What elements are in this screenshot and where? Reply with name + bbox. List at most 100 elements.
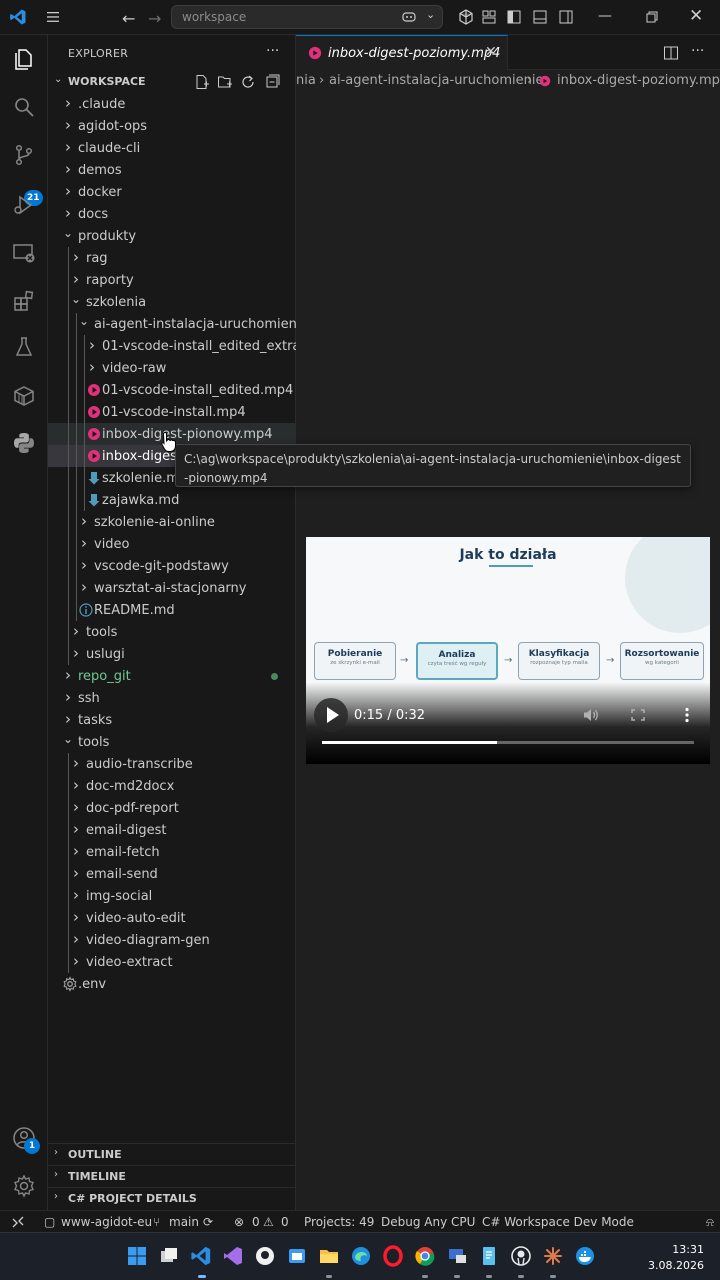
extensions-icon[interactable] xyxy=(12,289,36,313)
minimize-icon[interactable]: — xyxy=(598,8,612,24)
agent-layout-icon[interactable] xyxy=(458,9,474,25)
tree-item[interactable]: › email-send xyxy=(48,863,296,885)
tree-item[interactable]: › warsztat-ai-stacjonarny xyxy=(48,577,296,599)
notifications-bell-icon[interactable]: ⍾ xyxy=(706,1215,714,1230)
breadcrumb-file[interactable]: inbox-digest-poziomy.mp4 xyxy=(557,73,720,88)
testing-flask-icon[interactable] xyxy=(12,335,36,359)
windows-start-icon[interactable] xyxy=(126,1245,148,1267)
workspace-section-header[interactable]: ⌄ WORKSPACE xyxy=(48,71,296,93)
chevron-right-icon[interactable]: › xyxy=(60,181,76,203)
tree-item[interactable]: 01-vscode-install.mp4 xyxy=(48,401,296,423)
chevron-right-icon[interactable]: › xyxy=(60,687,76,709)
chevron-right-icon[interactable]: › xyxy=(76,577,92,599)
tree-item[interactable]: › video-auto-edit xyxy=(48,907,296,929)
editor-more-actions-icon[interactable]: ··· xyxy=(691,43,707,59)
video-progress-bar[interactable] xyxy=(322,741,694,744)
chevron-right-icon[interactable]: › xyxy=(68,885,84,907)
csharp-project-details-header[interactable]: › C# PROJECT DETAILS xyxy=(48,1187,296,1209)
copilot-icon[interactable] xyxy=(401,9,417,25)
tree-item[interactable]: › agidot-ops xyxy=(48,115,296,137)
chevron-right-icon[interactable]: › xyxy=(68,819,84,841)
chevron-right-icon[interactable]: › xyxy=(68,753,84,775)
search-icon[interactable] xyxy=(12,95,36,119)
sync-icon[interactable]: ⟳ xyxy=(203,1215,213,1229)
manage-gear-icon[interactable] xyxy=(12,1174,36,1198)
video-player[interactable]: Jak to działa Pobieranie ze skrzynki e-m… xyxy=(306,537,710,764)
tree-item[interactable]: › .claude xyxy=(48,93,296,115)
chevron-right-icon[interactable]: › xyxy=(60,665,76,687)
chevron-right-icon[interactable]: › xyxy=(60,115,76,137)
tree-item[interactable]: › docker xyxy=(48,181,296,203)
chevron-right-icon[interactable]: › xyxy=(76,533,92,555)
docker-desktop-icon[interactable] xyxy=(574,1245,596,1267)
chevron-right-icon[interactable]: › xyxy=(68,863,84,885)
chevron-right-icon[interactable]: › xyxy=(68,643,84,665)
remote-desktop-icon[interactable] xyxy=(446,1245,468,1267)
notepad-icon[interactable] xyxy=(478,1245,500,1267)
tree-item[interactable]: 01-vscode-install_edited.mp4 xyxy=(48,379,296,401)
toggle-secondary-sidebar-icon[interactable] xyxy=(558,9,574,25)
tree-item[interactable]: ⌄ ai-agent-instalacja-uruchomienie xyxy=(48,313,308,335)
new-file-icon[interactable] xyxy=(194,74,210,90)
split-editor-icon[interactable] xyxy=(663,45,679,61)
chevron-right-icon[interactable]: › xyxy=(68,247,84,269)
breadcrumb-partial[interactable]: nia xyxy=(296,73,316,88)
explorer-icon[interactable] xyxy=(12,47,36,71)
back-arrow-icon[interactable]: ← xyxy=(122,9,135,28)
tree-item[interactable]: › doc-pdf-report xyxy=(48,797,296,819)
more-actions-icon[interactable]: ··· xyxy=(266,43,279,59)
tree-item[interactable]: › claude-cli xyxy=(48,137,296,159)
tree-item[interactable]: › doc-md2docx xyxy=(48,775,296,797)
tree-item[interactable]: › ssh xyxy=(48,687,296,709)
play-button[interactable] xyxy=(314,698,348,732)
chevron-right-icon[interactable]: › xyxy=(60,137,76,159)
tree-item[interactable]: .env xyxy=(48,973,296,995)
github-desktop-icon[interactable] xyxy=(254,1245,276,1267)
chevron-right-icon[interactable]: › xyxy=(60,709,76,731)
close-tab-icon[interactable]: ✕ xyxy=(485,44,497,60)
toggle-primary-sidebar-icon[interactable] xyxy=(506,9,522,25)
warnings-count[interactable]: 0 xyxy=(281,1215,289,1229)
edge-icon[interactable] xyxy=(350,1245,372,1267)
file-explorer-icon[interactable] xyxy=(318,1245,340,1267)
tree-item[interactable]: › img-social xyxy=(48,885,296,907)
chevron-down-icon[interactable]: ⌄ xyxy=(76,313,92,335)
source-control-icon[interactable] xyxy=(12,143,36,167)
tree-item[interactable]: › repo_git xyxy=(48,665,296,687)
chevron-right-icon[interactable]: › xyxy=(68,775,84,797)
python-icon[interactable] xyxy=(12,431,36,455)
restore-icon[interactable] xyxy=(644,9,660,25)
command-center-search[interactable]: workspace ⌄ xyxy=(171,5,443,29)
chevron-down-icon[interactable]: ⌄ xyxy=(68,291,84,313)
chevron-right-icon[interactable]: › xyxy=(60,203,76,225)
chevron-down-icon[interactable]: ⌄ xyxy=(60,225,76,247)
timeline-section-header[interactable]: › TIMELINE xyxy=(48,1165,296,1187)
remote-indicator-icon[interactable] xyxy=(0,1211,36,1233)
tree-item[interactable]: zajawka.md xyxy=(48,489,296,511)
new-folder-icon[interactable] xyxy=(217,74,233,90)
projects-count[interactable]: Projects: 49 xyxy=(304,1215,374,1229)
tree-item[interactable]: › tasks xyxy=(48,709,296,731)
debug-config[interactable]: Debug Any CPU xyxy=(381,1215,475,1229)
claude-icon[interactable] xyxy=(542,1245,564,1267)
fullscreen-icon[interactable] xyxy=(629,707,647,723)
tree-item[interactable]: › szkolenie-ai-online xyxy=(48,511,296,533)
remote-host-label[interactable]: www-agidot-eu xyxy=(61,1215,152,1229)
chevron-right-icon[interactable]: › xyxy=(68,621,84,643)
toggle-panel-icon[interactable] xyxy=(532,9,548,25)
chevron-right-icon[interactable]: › xyxy=(68,269,84,291)
tree-item[interactable]: ⌄ produkty xyxy=(48,225,296,247)
tree-item[interactable]: › email-digest xyxy=(48,819,296,841)
tree-item[interactable]: README.md xyxy=(48,599,296,621)
containers-icon[interactable] xyxy=(12,384,36,408)
chevron-down-icon[interactable]: ⌄ xyxy=(426,8,435,21)
chevron-right-icon[interactable]: › xyxy=(68,951,84,973)
workspace-mode[interactable]: C# Workspace Dev Mode xyxy=(482,1215,634,1229)
chevron-right-icon[interactable]: › xyxy=(60,159,76,181)
tree-item[interactable]: › video-raw xyxy=(48,357,296,379)
tree-item[interactable]: › tools xyxy=(48,621,296,643)
chrome-icon[interactable] xyxy=(414,1245,436,1267)
tree-item[interactable]: › rag xyxy=(48,247,296,269)
chevron-right-icon[interactable]: › xyxy=(68,841,84,863)
tab-inbox-digest-poziomy[interactable]: inbox-digest-poziomy.mp4 ✕ xyxy=(296,35,508,70)
